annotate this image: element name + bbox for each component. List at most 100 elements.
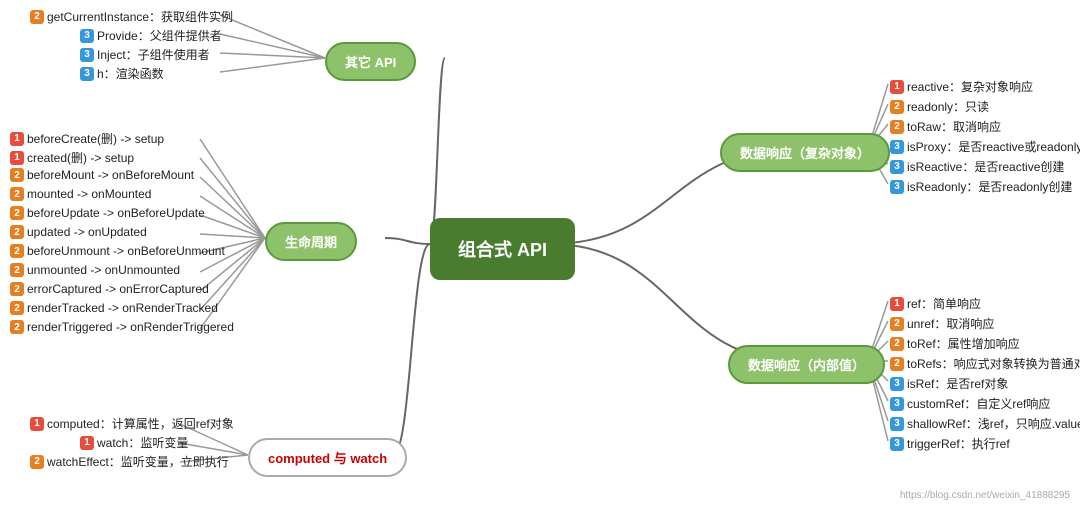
item-text: readonly：只读 bbox=[907, 98, 989, 115]
group-data-complex: 数据响应（复杂对象） bbox=[720, 133, 890, 172]
badge: 1 bbox=[30, 417, 44, 431]
mind-map: 组合式 API 其它 API 生命周期 computed 与 watch 数据响… bbox=[0, 0, 1080, 509]
badge: 2 bbox=[10, 168, 24, 182]
badge: 2 bbox=[890, 317, 904, 331]
item-text: mounted -> onMounted bbox=[27, 187, 151, 201]
badge: 2 bbox=[10, 320, 24, 334]
item-text: isRef：是否ref对象 bbox=[907, 375, 1008, 392]
item-text: toRefs：响应式对象转换为普通对象 bbox=[907, 355, 1080, 372]
badge: 3 bbox=[80, 67, 94, 81]
item-text: renderTracked -> onRenderTracked bbox=[27, 301, 218, 315]
badge: 3 bbox=[80, 29, 94, 43]
badge: 2 bbox=[10, 244, 24, 258]
list-item: 2unref：取消响应 bbox=[890, 315, 994, 332]
list-item: 2toRefs：响应式对象转换为普通对象 bbox=[890, 355, 1080, 372]
list-item: 1computed：计算属性，返回ref对象 bbox=[30, 415, 234, 432]
item-text: updated -> onUpdated bbox=[27, 225, 147, 239]
item-text: toRef：属性增加响应 bbox=[907, 335, 1020, 352]
list-item: 1reactive：复杂对象响应 bbox=[890, 78, 1033, 95]
badge: 1 bbox=[890, 80, 904, 94]
list-item: 2toRef：属性增加响应 bbox=[890, 335, 1020, 352]
list-item: 2readonly：只读 bbox=[890, 98, 989, 115]
item-text: reactive：复杂对象响应 bbox=[907, 78, 1033, 95]
badge: 2 bbox=[890, 100, 904, 114]
item-text: renderTriggered -> onRenderTriggered bbox=[27, 320, 234, 334]
badge: 2 bbox=[30, 10, 44, 24]
badge: 2 bbox=[890, 337, 904, 351]
badge: 3 bbox=[890, 377, 904, 391]
item-text: Inject：子组件使用者 bbox=[97, 46, 210, 63]
item-text: triggerRef：执行ref bbox=[907, 435, 1010, 452]
badge: 1 bbox=[890, 297, 904, 311]
list-item: 2getCurrentInstance：获取组件实例 bbox=[30, 8, 233, 25]
list-item: 2watchEffect：监听变量，立即执行 bbox=[30, 453, 229, 470]
item-text: computed：计算属性，返回ref对象 bbox=[47, 415, 234, 432]
item-text: isReadonly：是否readonly创建 bbox=[907, 178, 1072, 195]
list-item: 2updated -> onUpdated bbox=[10, 225, 147, 239]
item-text: unmounted -> onUnmounted bbox=[27, 263, 180, 277]
list-item: 3isReactive：是否reactive创建 bbox=[890, 158, 1064, 175]
list-item: 2beforeMount -> onBeforeMount bbox=[10, 168, 194, 182]
group-other-api: 其它 API bbox=[325, 42, 416, 81]
list-item: 1ref：简单响应 bbox=[890, 295, 981, 312]
badge: 2 bbox=[10, 206, 24, 220]
item-text: beforeCreate(删) -> setup bbox=[27, 130, 164, 147]
center-node: 组合式 API bbox=[430, 218, 575, 280]
badge: 2 bbox=[10, 187, 24, 201]
badge: 2 bbox=[10, 263, 24, 277]
badge: 2 bbox=[10, 225, 24, 239]
list-item: 3h：渲染函数 bbox=[80, 65, 164, 82]
list-item: 2toRaw：取消响应 bbox=[890, 118, 1001, 135]
badge: 2 bbox=[30, 455, 44, 469]
badge: 3 bbox=[890, 397, 904, 411]
watermark: https://blog.csdn.net/weixin_41888295 bbox=[900, 490, 1070, 501]
badge: 1 bbox=[80, 436, 94, 450]
badge: 2 bbox=[890, 120, 904, 134]
list-item: 2renderTriggered -> onRenderTriggered bbox=[10, 320, 234, 334]
item-text: ref：简单响应 bbox=[907, 295, 981, 312]
list-item: 2errorCaptured -> onErrorCaptured bbox=[10, 282, 209, 296]
item-text: isReactive：是否reactive创建 bbox=[907, 158, 1064, 175]
list-item: 2beforeUpdate -> onBeforeUpdate bbox=[10, 206, 205, 220]
item-text: Provide：父组件提供者 bbox=[97, 27, 222, 44]
list-item: 1watch：监听变量 bbox=[80, 434, 188, 451]
badge: 2 bbox=[10, 301, 24, 315]
item-text: isProxy：是否reactive或readonly创建 bbox=[907, 138, 1080, 155]
badge: 3 bbox=[890, 140, 904, 154]
list-item: 2renderTracked -> onRenderTracked bbox=[10, 301, 218, 315]
item-text: beforeUnmount -> onBeforeUnmount bbox=[27, 244, 225, 258]
list-item: 3customRef：自定义ref响应 bbox=[890, 395, 1050, 412]
group-lifecycle: 生命周期 bbox=[265, 222, 357, 261]
badge: 3 bbox=[890, 417, 904, 431]
group-computed-watch: computed 与 watch bbox=[248, 438, 407, 477]
item-text: watchEffect：监听变量，立即执行 bbox=[47, 453, 229, 470]
item-text: created(删) -> setup bbox=[27, 149, 134, 166]
badge: 1 bbox=[10, 132, 24, 146]
list-item: 3isProxy：是否reactive或readonly创建 bbox=[890, 138, 1080, 155]
badge: 3 bbox=[80, 48, 94, 62]
group-data-inner: 数据响应（内部值） bbox=[728, 345, 885, 384]
badge: 1 bbox=[10, 151, 24, 165]
list-item: 3shallowRef：浅ref，只响应.value变化 bbox=[890, 415, 1080, 432]
item-text: getCurrentInstance：获取组件实例 bbox=[47, 8, 233, 25]
item-text: beforeUpdate -> onBeforeUpdate bbox=[27, 206, 205, 220]
badge: 3 bbox=[890, 160, 904, 174]
list-item: 3Inject：子组件使用者 bbox=[80, 46, 210, 63]
item-text: shallowRef：浅ref，只响应.value变化 bbox=[907, 415, 1080, 432]
badge: 2 bbox=[10, 282, 24, 296]
list-item: 2mounted -> onMounted bbox=[10, 187, 151, 201]
item-text: watch：监听变量 bbox=[97, 434, 188, 451]
list-item: 3Provide：父组件提供者 bbox=[80, 27, 222, 44]
item-text: unref：取消响应 bbox=[907, 315, 994, 332]
badge: 3 bbox=[890, 437, 904, 451]
list-item: 1created(删) -> setup bbox=[10, 149, 134, 166]
badge: 3 bbox=[890, 180, 904, 194]
item-text: toRaw：取消响应 bbox=[907, 118, 1001, 135]
list-item: 3isReadonly：是否readonly创建 bbox=[890, 178, 1072, 195]
item-text: customRef：自定义ref响应 bbox=[907, 395, 1050, 412]
list-item: 2beforeUnmount -> onBeforeUnmount bbox=[10, 244, 225, 258]
badge: 2 bbox=[890, 357, 904, 371]
list-item: 1beforeCreate(删) -> setup bbox=[10, 130, 164, 147]
item-text: h：渲染函数 bbox=[97, 65, 164, 82]
list-item: 3isRef：是否ref对象 bbox=[890, 375, 1008, 392]
